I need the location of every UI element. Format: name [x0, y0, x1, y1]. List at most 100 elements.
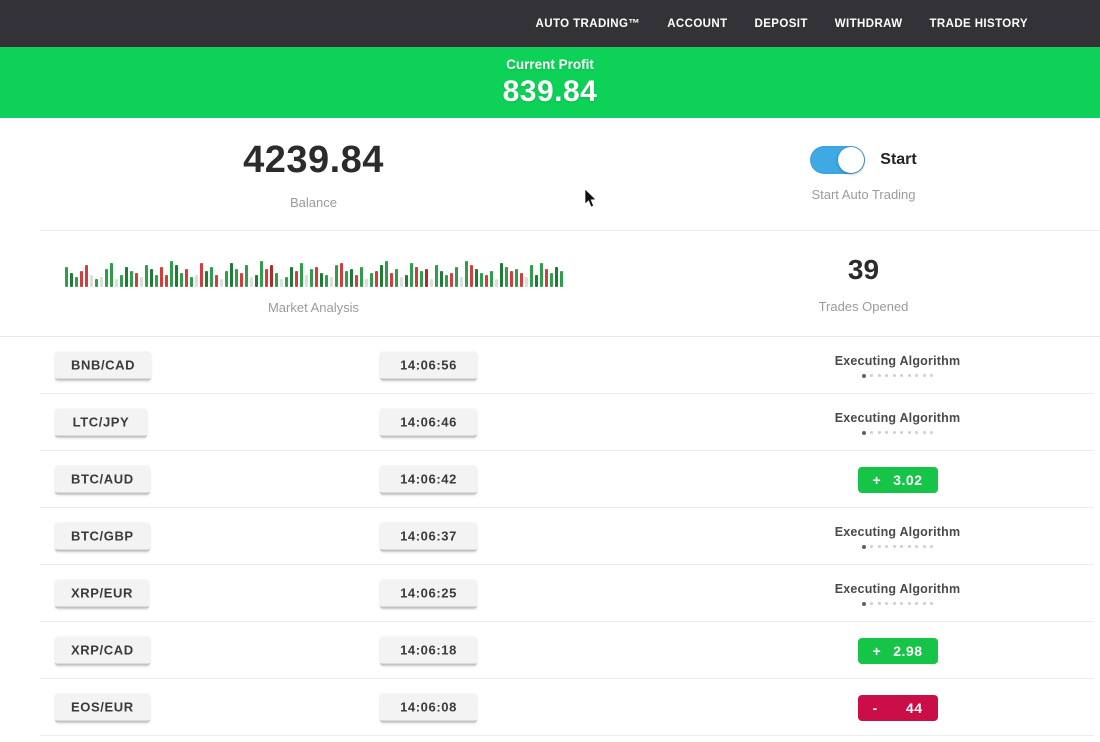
- progress-dot-icon: [878, 374, 881, 377]
- market-bar: [90, 275, 93, 287]
- trade-pair-chip: XRP/CAD: [55, 636, 150, 665]
- market-bar: [410, 263, 413, 287]
- market-bar: [425, 269, 428, 287]
- market-bar: [285, 277, 288, 287]
- market-bar: [435, 265, 438, 287]
- progress-dot-icon: [915, 545, 918, 548]
- market-bar: [550, 273, 553, 287]
- progress-dot-icon: [915, 602, 918, 605]
- progress-dot-icon: [862, 431, 866, 435]
- market-bar: [100, 277, 103, 287]
- progress-dot-icon: [885, 374, 888, 377]
- trade-row: LTC/JPY 14:06:46 Executing Algorithm: [0, 394, 1100, 451]
- progress-dot-icon: [915, 431, 918, 434]
- market-bar: [310, 269, 313, 287]
- trade-row: XRP/CAD 14:06:18 +2.98: [0, 622, 1100, 679]
- market-bar: [105, 269, 108, 287]
- market-bar: [500, 263, 503, 287]
- progress-dot-icon: [893, 374, 896, 377]
- market-bar: [280, 279, 283, 287]
- nav-item-withdraw[interactable]: WITHDRAW: [835, 18, 903, 30]
- nav-item-deposit[interactable]: DEPOSIT: [755, 18, 808, 30]
- market-bar: [265, 269, 268, 287]
- trade-pair-chip: LTC/JPY: [55, 408, 147, 437]
- trade-result-badge: +2.98: [858, 638, 938, 664]
- progress-dot-icon: [870, 602, 873, 605]
- progress-dot-icon: [930, 431, 933, 434]
- market-bar: [375, 271, 378, 287]
- market-bar: [315, 267, 318, 287]
- progress-dot-icon: [885, 431, 888, 434]
- progress-dot-icon: [908, 374, 911, 377]
- nav-item-auto-trading[interactable]: AUTO TRADING™: [536, 18, 641, 30]
- progress-dot-icon: [915, 374, 918, 377]
- market-bar: [210, 267, 213, 287]
- market-bar: [200, 263, 203, 287]
- market-bar: [355, 275, 358, 287]
- market-bar: [420, 271, 423, 287]
- market-bar: [520, 273, 523, 287]
- executing-algorithm-label: Executing Algorithm: [835, 582, 961, 596]
- trade-time-chip: 14:06:18: [380, 636, 477, 665]
- market-bar: [415, 267, 418, 287]
- result-sign: +: [873, 643, 882, 659]
- market-bar: [545, 269, 548, 287]
- toggle-sublabel: Start Auto Trading: [811, 187, 915, 202]
- trade-time-chip: 14:06:56: [380, 351, 477, 380]
- market-bar: [190, 277, 193, 287]
- market-bar: [255, 275, 258, 287]
- trade-time-chip: 14:06:25: [380, 579, 477, 608]
- progress-dot-icon: [870, 431, 873, 434]
- trade-pair-chip: XRP/EUR: [55, 579, 149, 608]
- stats-row: 4239.84 Balance Start Start Auto Trading: [0, 118, 1100, 230]
- trades-opened-label: Trades Opened: [819, 299, 909, 314]
- market-bar: [400, 277, 403, 287]
- market-bar: [215, 275, 218, 287]
- nav-item-trade-history[interactable]: TRADE HISTORY: [930, 18, 1029, 30]
- executing-algorithm-label: Executing Algorithm: [835, 411, 961, 425]
- market-bar: [240, 273, 243, 287]
- auto-trading-toggle[interactable]: [810, 146, 865, 174]
- market-bar: [380, 265, 383, 287]
- market-bar: [125, 267, 128, 287]
- market-bar: [75, 277, 78, 287]
- market-bar: [370, 273, 373, 287]
- market-bar: [140, 277, 143, 287]
- market-bar: [235, 269, 238, 287]
- market-bar: [325, 275, 328, 287]
- trades-opened-count: 39: [848, 254, 879, 286]
- market-bar: [365, 279, 368, 287]
- progress-dot-icon: [885, 602, 888, 605]
- market-bar: [180, 273, 183, 287]
- market-bar: [290, 267, 293, 287]
- result-value: 44: [906, 700, 923, 716]
- progress-dot-icon: [885, 545, 888, 548]
- trade-result-zone: -44: [790, 695, 1005, 721]
- market-bar: [230, 263, 233, 287]
- progress-dot-icon: [923, 431, 926, 434]
- trade-result-badge: -44: [858, 695, 938, 721]
- market-bar: [260, 261, 263, 287]
- nav-item-account[interactable]: ACCOUNT: [667, 18, 727, 30]
- market-bar: [395, 269, 398, 287]
- market-bar: [390, 273, 393, 287]
- market-bar: [295, 271, 298, 287]
- progress-dot-icon: [862, 602, 866, 606]
- trade-list: BNB/CAD 14:06:56 Executing Algorithm LTC…: [0, 336, 1100, 736]
- trade-pair-chip: BNB/CAD: [55, 351, 151, 380]
- market-bar: [460, 277, 463, 287]
- result-value: 3.02: [893, 472, 922, 488]
- result-value: 2.98: [893, 643, 922, 659]
- market-bar: [145, 265, 148, 287]
- market-bar: [130, 271, 133, 287]
- progress-dot-icon: [893, 431, 896, 434]
- market-bar: [245, 265, 248, 287]
- trade-row: BTC/GBP 14:06:37 Executing Algorithm: [0, 508, 1100, 565]
- trade-result-badge: +3.02: [858, 467, 938, 493]
- market-bar: [205, 271, 208, 287]
- progress-dot-icon: [878, 545, 881, 548]
- progress-dot-icon: [923, 545, 926, 548]
- trade-result-zone: +2.98: [790, 638, 1005, 664]
- market-bar: [95, 279, 98, 287]
- market-analysis-chart: [65, 257, 563, 287]
